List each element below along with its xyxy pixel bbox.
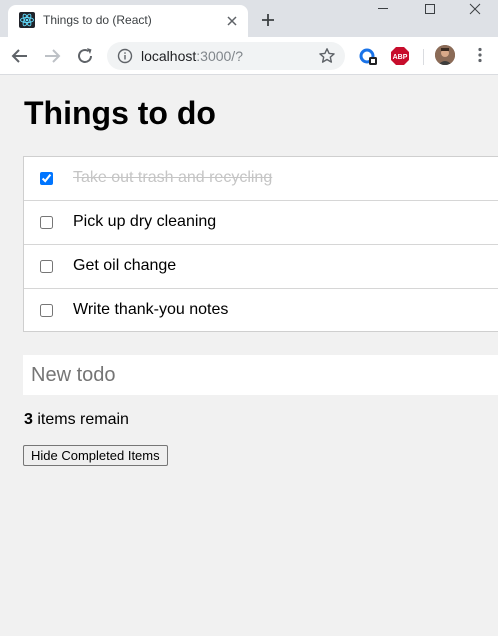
abp-label: ABP — [393, 54, 408, 61]
url-path: :3000/? — [196, 48, 243, 64]
todo-item: Pick up dry cleaning — [24, 201, 498, 245]
hide-completed-button[interactable]: Hide Completed Items — [23, 445, 168, 466]
browser-tab[interactable]: Things to do (React) — [8, 5, 248, 37]
kebab-menu-icon[interactable] — [470, 45, 490, 65]
tab-title: Things to do (React) — [43, 13, 152, 27]
new-todo-input[interactable] — [23, 355, 498, 395]
todo-list: Take out trash and recycling Pick up dry… — [23, 156, 498, 332]
arrow-right-icon[interactable] — [40, 44, 64, 68]
close-tab-icon[interactable] — [222, 11, 242, 31]
browser-tabstrip: Things to do (React) — [0, 0, 498, 37]
todo-checkbox[interactable] — [40, 172, 53, 185]
url-host: localhost — [141, 48, 197, 64]
remaining-count: 3 — [24, 411, 33, 428]
remaining-suffix: items remain — [32, 411, 129, 428]
maximize-icon[interactable] — [407, 0, 453, 24]
address-bar[interactable]: localhost:3000/? — [107, 42, 345, 70]
todo-checkbox[interactable] — [40, 216, 53, 229]
toolbar-separator — [423, 49, 424, 65]
todo-text: Get oil change — [73, 257, 177, 274]
todo-item: Write thank-you notes — [24, 289, 498, 333]
abp-icon[interactable]: ABP — [390, 46, 410, 66]
url-text[interactable]: localhost:3000/? — [141, 48, 243, 64]
new-tab-icon[interactable] — [257, 9, 279, 31]
todo-checkbox[interactable] — [40, 304, 53, 317]
todo-text: Write thank-you notes — [73, 301, 229, 318]
browser-toolbar: localhost:3000/? ABP — [0, 37, 498, 75]
todo-checkbox[interactable] — [40, 260, 53, 273]
todo-text: Pick up dry cleaning — [73, 213, 217, 230]
close-window-icon[interactable] — [452, 0, 498, 24]
todo-item: Take out trash and recycling — [24, 157, 498, 201]
minimize-icon[interactable] — [360, 0, 406, 24]
reload-icon[interactable] — [73, 44, 97, 68]
items-remaining: 3 items remain — [24, 411, 129, 429]
page-title: Things to do — [24, 95, 216, 131]
page-content: Things to do Take out trash and recyclin… — [0, 75, 498, 636]
todo-item: Get oil change — [24, 245, 498, 289]
react-logo-icon — [19, 12, 35, 28]
arrow-left-icon[interactable] — [8, 44, 32, 68]
profile-avatar[interactable] — [435, 45, 455, 65]
todo-text: Take out trash and recycling — [73, 169, 273, 186]
info-icon[interactable] — [117, 48, 133, 64]
extension-icon[interactable] — [358, 46, 378, 66]
star-icon[interactable] — [317, 46, 337, 66]
